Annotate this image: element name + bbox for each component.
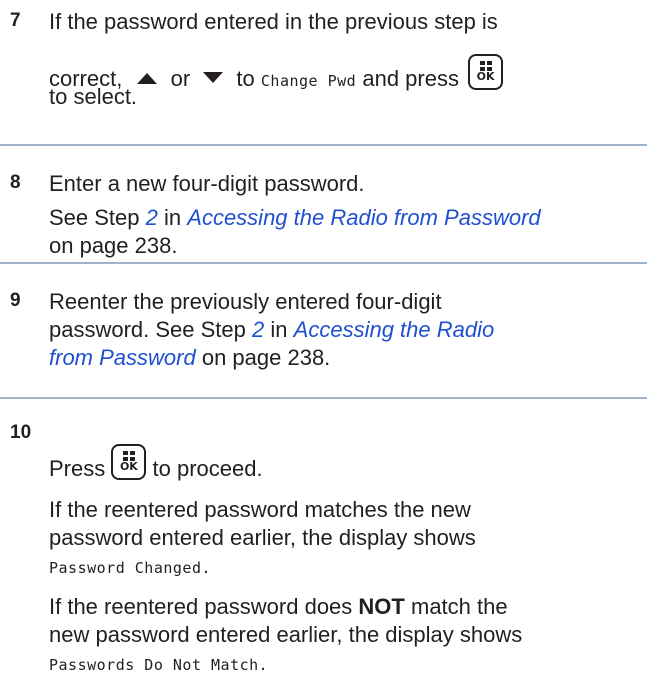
menu-ok-key-icon: OK xyxy=(111,444,147,480)
display-message-passwords-do-not-match: Passwords Do Not Match. xyxy=(49,656,269,674)
step-ref-link[interactable]: 2 xyxy=(252,317,264,342)
step-line: Enter a new four-digit password. xyxy=(49,171,365,196)
step-line: Press OK to proceed. xyxy=(49,444,263,482)
step-divider xyxy=(0,397,647,399)
step-line: new password entered earlier, the displa… xyxy=(49,622,523,647)
step-line: on page 238. xyxy=(49,233,178,258)
step-divider xyxy=(0,262,647,264)
step-line: See Step 2 in Accessing the Radio from P… xyxy=(49,205,541,230)
down-arrow-icon xyxy=(203,72,224,83)
accessing-radio-link[interactable]: Accessing the Radio xyxy=(294,317,495,342)
step-number: 7 xyxy=(10,10,21,31)
step-line: Reenter the previously entered four-digi… xyxy=(49,289,442,314)
accessing-radio-link-cont[interactable]: from Password xyxy=(49,345,196,370)
step-line: to select. xyxy=(49,84,138,109)
step-number: 10 xyxy=(10,422,32,443)
accessing-radio-link[interactable]: Accessing the Radio from Password xyxy=(187,205,540,230)
menu-ok-key-icon: OK xyxy=(468,54,504,90)
display-message-password-changed: Password Changed. xyxy=(49,559,212,577)
step-divider xyxy=(0,144,647,146)
step-number: 9 xyxy=(10,290,21,311)
step-ref-link[interactable]: 2 xyxy=(146,205,158,230)
up-arrow-icon xyxy=(137,73,158,84)
step-line: password entered earlier, the display sh… xyxy=(49,525,476,550)
step-line: If the password entered in the previous … xyxy=(49,9,498,34)
step-line: If the reentered password does NOT match… xyxy=(49,594,508,619)
menu-item-change-pwd: Change Pwd xyxy=(260,72,357,90)
step-line: If the reentered password matches the ne… xyxy=(49,497,471,522)
step-line: password. See Step 2 in Accessing the Ra… xyxy=(49,317,495,342)
step-line: Passwords Do Not Match. xyxy=(49,649,268,679)
step-line: from Password on page 238. xyxy=(49,345,331,370)
step-number: 8 xyxy=(10,172,21,193)
emphasis-not: NOT xyxy=(358,594,405,619)
ok-key-label: OK xyxy=(119,460,138,473)
step-line: Password Changed. xyxy=(49,552,211,582)
ok-key-label: OK xyxy=(476,70,495,83)
